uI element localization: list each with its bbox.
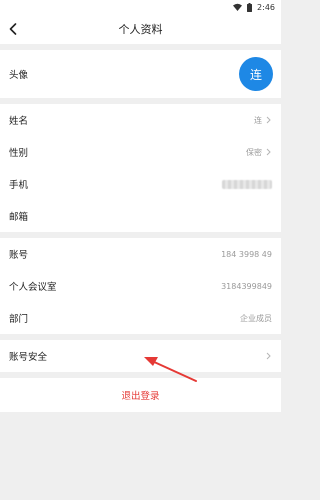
account-row: 账号 184 3998 49 [0, 238, 281, 270]
status-bar: 2:46 [0, 0, 281, 14]
avatar-label: 头像 [9, 70, 29, 81]
phone-value-blurred [222, 179, 272, 189]
meeting-room-label: 个人会议室 [9, 282, 57, 293]
phone-row[interactable]: 手机 [0, 168, 281, 200]
account-security-row[interactable]: 账号安全 [0, 340, 281, 372]
status-time: 2:46 [257, 2, 275, 12]
personal-info-section: 姓名 连 性别 保密 手机 邮箱 [0, 104, 281, 232]
logout-button[interactable]: 退出登录 [0, 378, 281, 412]
gender-row[interactable]: 性别 保密 [0, 136, 281, 168]
account-security-label: 账号安全 [9, 352, 48, 363]
chevron-right-icon [265, 116, 272, 124]
avatar-text: 连 [249, 67, 262, 82]
email-label: 邮箱 [9, 212, 29, 223]
gender-value: 保密 [246, 147, 262, 157]
avatar[interactable]: 连 [239, 57, 273, 91]
name-value: 连 [254, 115, 262, 125]
back-arrow-icon [9, 20, 17, 39]
nav-bar: 个人资料 [0, 14, 281, 44]
meeting-room-value: 3184399849 [221, 281, 272, 291]
department-value: 企业成员 [240, 313, 272, 323]
security-section: 账号安全 [0, 340, 281, 372]
name-row[interactable]: 姓名 连 [0, 104, 281, 136]
wifi-icon [233, 3, 243, 11]
department-row: 部门 企业成员 [0, 302, 281, 334]
battery-icon [247, 2, 253, 12]
avatar-row[interactable]: 头像 连 [0, 50, 281, 98]
page-title: 个人资料 [118, 23, 163, 36]
avatar-section: 头像 连 [0, 50, 281, 98]
email-row[interactable]: 邮箱 [0, 200, 281, 232]
back-button[interactable] [4, 20, 22, 38]
chevron-right-icon [265, 148, 272, 156]
phone-label: 手机 [9, 180, 29, 191]
gender-label: 性别 [9, 148, 29, 159]
name-label: 姓名 [9, 116, 29, 127]
meeting-room-row: 个人会议室 3184399849 [0, 270, 281, 302]
account-value: 184 3998 49 [221, 249, 272, 259]
chevron-right-icon [265, 352, 272, 360]
department-label: 部门 [9, 314, 29, 325]
account-info-section: 账号 184 3998 49 个人会议室 3184399849 部门 企业成员 [0, 238, 281, 334]
account-label: 账号 [9, 250, 29, 261]
logout-label: 退出登录 [121, 391, 160, 402]
